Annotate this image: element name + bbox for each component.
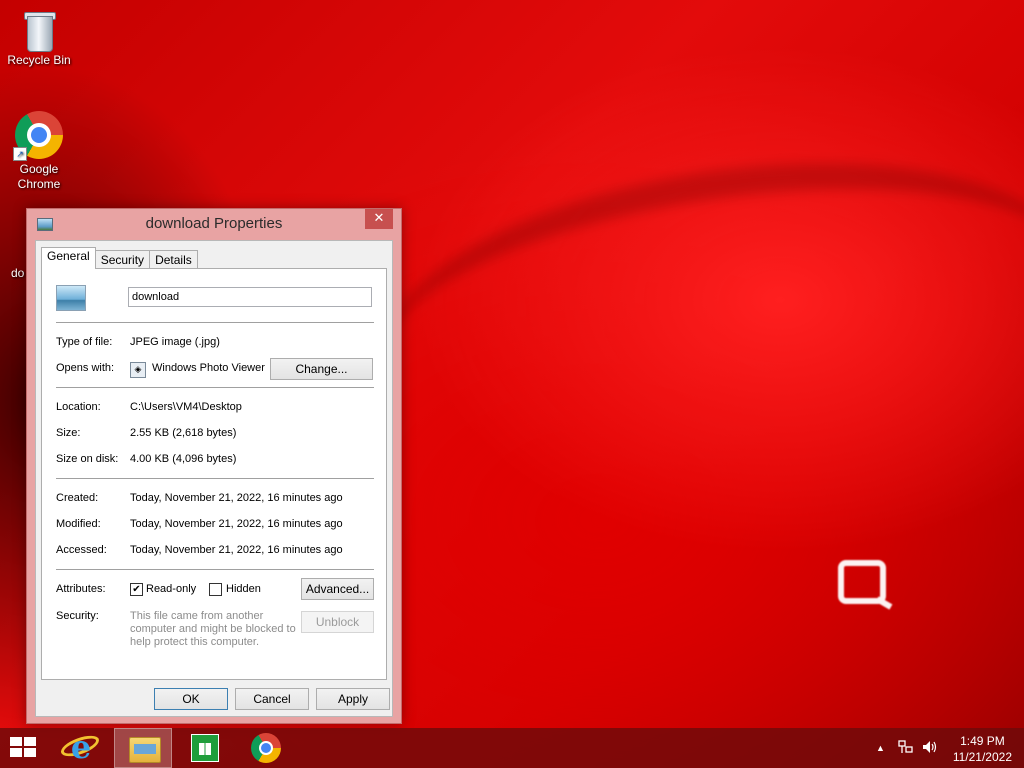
tab-general[interactable]: General xyxy=(41,247,96,269)
hidden-checkbox[interactable] xyxy=(209,583,222,596)
attributes-label: Attributes: xyxy=(56,583,106,595)
dialog-client: General Security Details Type of file: J… xyxy=(35,240,393,717)
accessed-label: Accessed: xyxy=(56,544,107,556)
clock-time: 1:49 PM xyxy=(960,734,1005,748)
volume-icon[interactable] xyxy=(922,740,938,757)
security-text-line-3: help protect this computer. xyxy=(130,636,260,648)
read-only-checkbox[interactable]: ✔ xyxy=(130,583,143,596)
security-text-line-2: computer and might be blocked to xyxy=(130,623,296,635)
tab-strip: General Security Details xyxy=(41,247,198,269)
hidden-label[interactable]: Hidden xyxy=(226,583,261,595)
wallpaper-brand-logo xyxy=(838,560,886,604)
title-bar[interactable]: download Properties ✕ xyxy=(27,209,401,239)
opens-with-value: Windows Photo Viewer xyxy=(152,362,265,374)
show-hidden-icons-button[interactable]: ▲ xyxy=(876,743,885,753)
properties-window: download Properties ✕ General Security D… xyxy=(26,208,402,724)
modified-label: Modified: xyxy=(56,518,101,530)
size-label: Size: xyxy=(56,427,81,439)
shortcut-arrow-icon: ↗ xyxy=(13,147,27,161)
tab-details[interactable]: Details xyxy=(149,250,198,269)
security-label: Security: xyxy=(56,610,99,622)
network-icon[interactable] xyxy=(898,740,914,757)
taskbar-chrome[interactable] xyxy=(238,728,296,768)
location-label: Location: xyxy=(56,401,101,413)
opens-with-label: Opens with: xyxy=(56,362,115,374)
security-text-line-1: This file came from another xyxy=(130,610,264,622)
divider xyxy=(56,569,374,570)
clock[interactable]: 1:49 PM 11/21/2022 xyxy=(953,733,1012,765)
desktop-icon-partial-label[interactable]: do xyxy=(11,266,24,280)
change-button[interactable]: Change... xyxy=(270,358,373,380)
created-label: Created: xyxy=(56,492,99,504)
size-on-disk-value: 4.00 KB (4,096 bytes) xyxy=(130,453,237,465)
created-value: Today, November 21, 2022, 16 minutes ago xyxy=(130,492,343,504)
file-explorer-icon xyxy=(129,737,161,763)
photo-viewer-icon: ◈ xyxy=(130,362,146,378)
recycle-bin-icon xyxy=(24,8,56,52)
size-on-disk-label: Size on disk: xyxy=(56,453,119,465)
chrome-icon: ↗ xyxy=(13,111,63,161)
divider xyxy=(56,387,374,388)
taskbar-store[interactable] xyxy=(176,728,234,768)
location-value: C:\Users\VM4\Desktop xyxy=(130,401,242,413)
wallpaper-swoosh xyxy=(363,122,1024,506)
apply-button[interactable]: Apply xyxy=(316,688,390,710)
desktop-icon-label: Google Chrome xyxy=(17,162,61,191)
taskbar-file-explorer[interactable] xyxy=(114,728,172,768)
divider xyxy=(56,478,374,479)
start-icon xyxy=(10,737,38,759)
size-value: 2.55 KB (2,618 bytes) xyxy=(130,427,237,439)
modified-value: Today, November 21, 2022, 16 minutes ago xyxy=(130,518,343,530)
cancel-button[interactable]: Cancel xyxy=(235,688,309,710)
tab-security[interactable]: Security xyxy=(94,250,151,269)
system-tray: ▲ 1:49 PM 11/21/2022 xyxy=(868,728,1024,768)
internet-explorer-icon: e xyxy=(70,728,92,766)
start-button[interactable] xyxy=(0,728,48,768)
chrome-icon xyxy=(251,733,281,763)
close-button[interactable]: ✕ xyxy=(365,209,393,229)
read-only-label[interactable]: Read-only xyxy=(146,583,196,595)
divider xyxy=(56,322,374,323)
store-icon xyxy=(191,734,219,762)
general-tab-panel: Type of file: JPEG image (.jpg) Opens wi… xyxy=(41,268,387,680)
taskbar: e ▲ 1:49 PM 11/21/2022 xyxy=(0,728,1024,768)
advanced-button[interactable]: Advanced... xyxy=(301,578,374,600)
accessed-value: Today, November 21, 2022, 16 minutes ago xyxy=(130,544,343,556)
window-title: download Properties xyxy=(145,215,283,232)
taskbar-internet-explorer[interactable]: e xyxy=(52,728,110,768)
clock-date: 11/21/2022 xyxy=(952,750,1012,764)
type-value: JPEG image (.jpg) xyxy=(130,336,220,348)
type-label: Type of file: xyxy=(56,336,113,348)
desktop-icon-label: Recycle Bin xyxy=(7,53,71,67)
file-name-input[interactable] xyxy=(128,287,372,307)
unblock-button: Unblock xyxy=(301,611,374,633)
ok-button[interactable]: OK xyxy=(154,688,228,710)
desktop-icon-recycle-bin[interactable]: Recycle Bin xyxy=(2,8,76,67)
desktop-icon-google-chrome[interactable]: ↗ Google Chrome xyxy=(2,111,76,192)
jpeg-file-icon xyxy=(56,285,86,311)
